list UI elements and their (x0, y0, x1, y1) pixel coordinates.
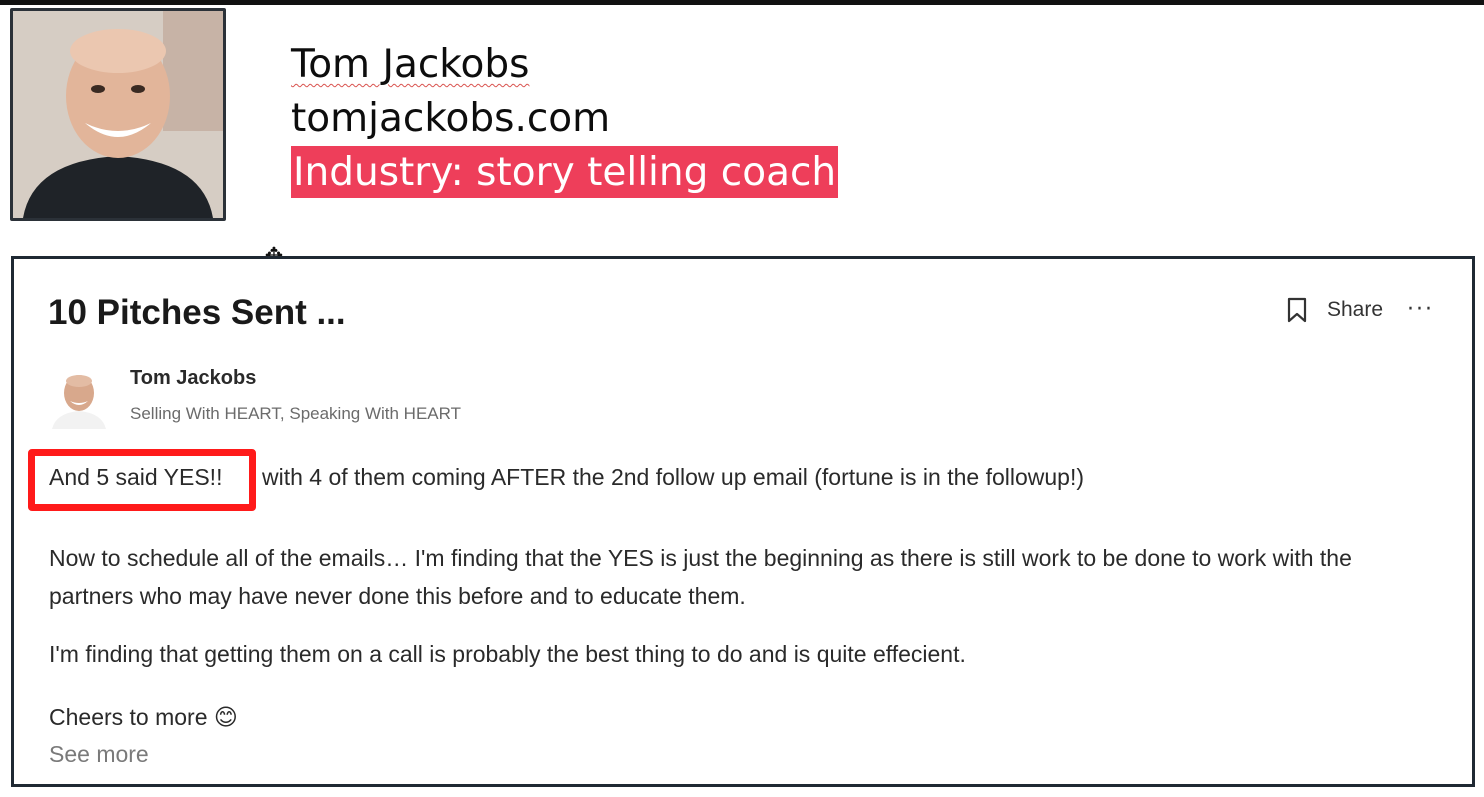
author-name[interactable]: Tom Jackobs (130, 367, 256, 390)
paragraph-3: I'm finding that getting them on a call … (49, 641, 966, 667)
author-avatar[interactable] (48, 367, 110, 429)
more-options-icon[interactable]: ··· (1407, 299, 1434, 321)
post-card: 10 Pitches Sent ... Share ··· Tom Jackob… (11, 256, 1475, 787)
paragraph-2: Now to schedule all of the emails… I'm f… (49, 545, 1352, 609)
paragraph-1: with 4 of them coming AFTER the 2nd foll… (262, 464, 1085, 490)
top-border (0, 0, 1484, 5)
share-button[interactable]: Share (1327, 298, 1383, 322)
industry-badge: Industry: story telling coach (291, 146, 839, 198)
author-tagline: Selling With HEART, Speaking With HEART (130, 404, 461, 423)
post-actions: Share ··· (1283, 295, 1434, 325)
profile-website: tomjackobs.com (291, 96, 611, 141)
profile-header: Tom Jackobs tomjackobs.com Industry: sto… (291, 38, 839, 200)
profile-name: Tom Jackobs (291, 42, 530, 87)
post-title: 10 Pitches Sent ... (48, 293, 346, 332)
profile-photo (10, 8, 226, 221)
bookmark-icon[interactable] (1283, 295, 1311, 325)
paragraph-4: Cheers to more 😊 (49, 704, 238, 730)
see-more-link[interactable]: See more (49, 741, 149, 768)
highlighted-text: And 5 said YES!! (49, 464, 223, 490)
